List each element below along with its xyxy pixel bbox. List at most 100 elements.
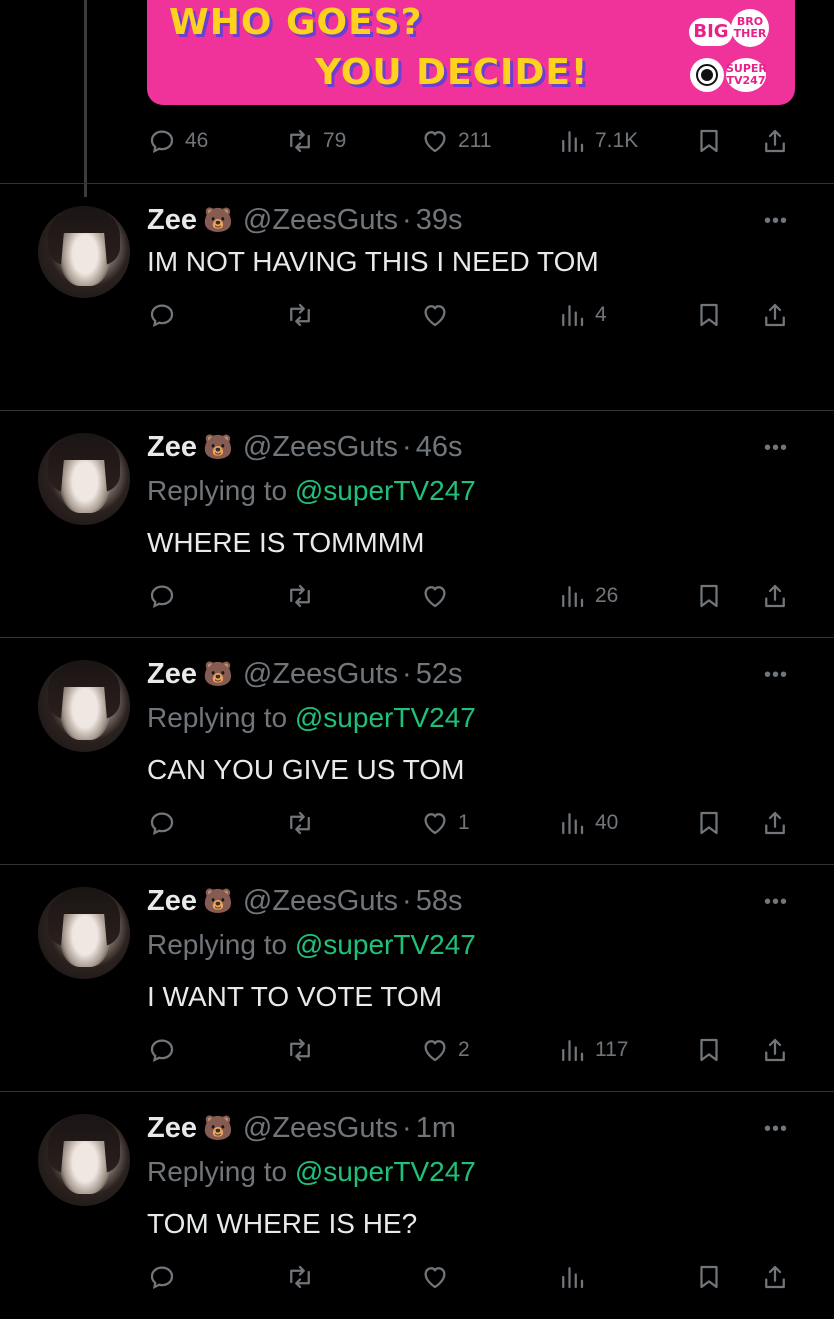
share-button[interactable] <box>760 806 790 840</box>
mention-link[interactable]: @superTV247 <box>295 475 476 506</box>
more-options-icon[interactable]: ••• <box>764 437 788 460</box>
heart-icon <box>424 1040 446 1062</box>
views-count: 7.1K <box>595 129 639 152</box>
avatar[interactable] <box>38 206 130 298</box>
avatar[interactable] <box>38 887 130 979</box>
separator-dot: · <box>402 431 412 463</box>
retweet-count: 79 <box>323 129 347 152</box>
display-name[interactable]: Zee <box>147 885 197 918</box>
tweet-actions: 26 <box>147 579 797 613</box>
user-handle[interactable]: @ZeesGuts <box>243 1112 398 1145</box>
bookmark-button[interactable] <box>694 1260 724 1294</box>
tweet-actions: 1 40 <box>147 806 797 840</box>
user-handle[interactable]: @ZeesGuts <box>243 204 398 237</box>
bookmark-icon <box>700 1038 718 1062</box>
share-button[interactable] <box>760 579 790 613</box>
tweet[interactable]: Zee 🐻 @ZeesGuts · 58s ••• Replying to @s… <box>0 864 834 1092</box>
mention-link[interactable]: @superTV247 <box>295 702 476 733</box>
share-button[interactable] <box>760 1033 790 1067</box>
display-name[interactable]: Zee <box>147 1112 197 1145</box>
views-icon <box>562 1040 584 1062</box>
separator-dot: · <box>402 658 412 690</box>
separator-dot: · <box>402 204 412 236</box>
views-button[interactable]: 7.1K <box>557 124 638 158</box>
share-button[interactable] <box>760 1260 790 1294</box>
like-button[interactable]: 1 <box>420 806 470 840</box>
reply-button[interactable] <box>147 806 177 840</box>
timestamp[interactable]: 52s <box>416 658 463 691</box>
views-button[interactable]: 117 <box>557 1033 628 1067</box>
views-icon <box>562 813 584 835</box>
bookmark-button[interactable] <box>694 806 724 840</box>
user-handle[interactable]: @ZeesGuts <box>243 431 398 464</box>
bookmark-button[interactable] <box>694 579 724 613</box>
share-button[interactable] <box>760 124 790 158</box>
retweet-button[interactable] <box>285 579 315 613</box>
views-count: 4 <box>595 303 607 326</box>
timestamp[interactable]: 58s <box>416 885 463 918</box>
views-button[interactable]: 26 <box>557 579 618 613</box>
reply-icon <box>150 130 174 153</box>
reply-button[interactable] <box>147 1033 177 1067</box>
share-icon <box>765 1265 785 1289</box>
display-name[interactable]: Zee <box>147 658 197 691</box>
user-handle[interactable]: @ZeesGuts <box>243 885 398 918</box>
bookmark-button[interactable] <box>694 1033 724 1067</box>
retweet-button[interactable]: 79 <box>285 124 346 158</box>
avatar[interactable] <box>38 660 130 752</box>
like-button[interactable] <box>420 298 458 332</box>
tweet-text: CAN YOU GIVE US TOM <box>147 754 465 785</box>
tweet-actions: 2 117 <box>147 1033 797 1067</box>
tweet[interactable]: Zee 🐻 @ZeesGuts · 1m ••• Replying to @su… <box>0 1091 834 1319</box>
reply-button[interactable]: 46 <box>147 124 208 158</box>
views-button[interactable] <box>557 1260 595 1294</box>
reply-icon <box>150 812 174 835</box>
views-button[interactable]: 40 <box>557 806 618 840</box>
mention-link[interactable]: @superTV247 <box>295 1156 476 1187</box>
banner-headline-1: WHO GOES? <box>169 2 423 43</box>
avatar[interactable] <box>38 433 130 525</box>
retweet-button[interactable] <box>285 806 315 840</box>
display-name[interactable]: Zee <box>147 431 197 464</box>
bookmark-button[interactable] <box>694 298 724 332</box>
retweet-button[interactable] <box>285 1260 315 1294</box>
share-icon <box>765 1038 785 1062</box>
like-button[interactable] <box>420 1260 458 1294</box>
views-icon <box>562 305 584 327</box>
more-options-icon[interactable]: ••• <box>764 891 788 914</box>
reply-button[interactable] <box>147 1260 177 1294</box>
timestamp[interactable]: 1m <box>416 1112 456 1145</box>
timestamp[interactable]: 46s <box>416 431 463 464</box>
share-button[interactable] <box>760 298 790 332</box>
display-name[interactable]: Zee <box>147 204 197 237</box>
tweet[interactable]: Zee 🐻 @ZeesGuts · 52s ••• Replying to @s… <box>0 637 834 865</box>
views-button[interactable]: 4 <box>557 298 607 332</box>
like-button[interactable]: 211 <box>420 124 491 158</box>
heart-icon <box>424 586 446 608</box>
bookmark-icon <box>700 811 718 835</box>
tweet-header: Zee 🐻 @ZeesGuts · 58s <box>147 885 462 918</box>
retweet-button[interactable] <box>285 1033 315 1067</box>
like-button[interactable]: 2 <box>420 1033 470 1067</box>
retweet-button[interactable] <box>285 298 315 332</box>
bookmark-button[interactable] <box>694 124 724 158</box>
reply-button[interactable] <box>147 298 177 332</box>
tweet-media-banner[interactable]: WHO GOES? YOU DECIDE! BIG BRO THER SUPER… <box>147 0 795 105</box>
bookmark-icon <box>700 584 718 608</box>
tweet[interactable]: Zee 🐻 @ZeesGuts · 46s ••• Replying to @s… <box>0 410 834 638</box>
bear-emoji-icon: 🐻 <box>202 434 233 461</box>
replying-to-label: Replying to <box>147 702 295 733</box>
views-icon <box>562 586 584 608</box>
more-options-icon[interactable]: ••• <box>764 664 788 687</box>
user-handle[interactable]: @ZeesGuts <box>243 658 398 691</box>
reply-button[interactable] <box>147 579 177 613</box>
avatar[interactable] <box>38 1114 130 1206</box>
tweet[interactable]: Zee 🐻 @ZeesGuts · 39s ••• IM NOT HAVING … <box>0 183 834 411</box>
more-options-icon[interactable]: ••• <box>764 210 788 233</box>
separator-dot: · <box>402 885 412 917</box>
tweet-text: WHERE IS TOMMMM <box>147 527 425 558</box>
timestamp[interactable]: 39s <box>416 204 463 237</box>
mention-link[interactable]: @superTV247 <box>295 929 476 960</box>
more-options-icon[interactable]: ••• <box>764 1118 788 1141</box>
like-button[interactable] <box>420 579 458 613</box>
